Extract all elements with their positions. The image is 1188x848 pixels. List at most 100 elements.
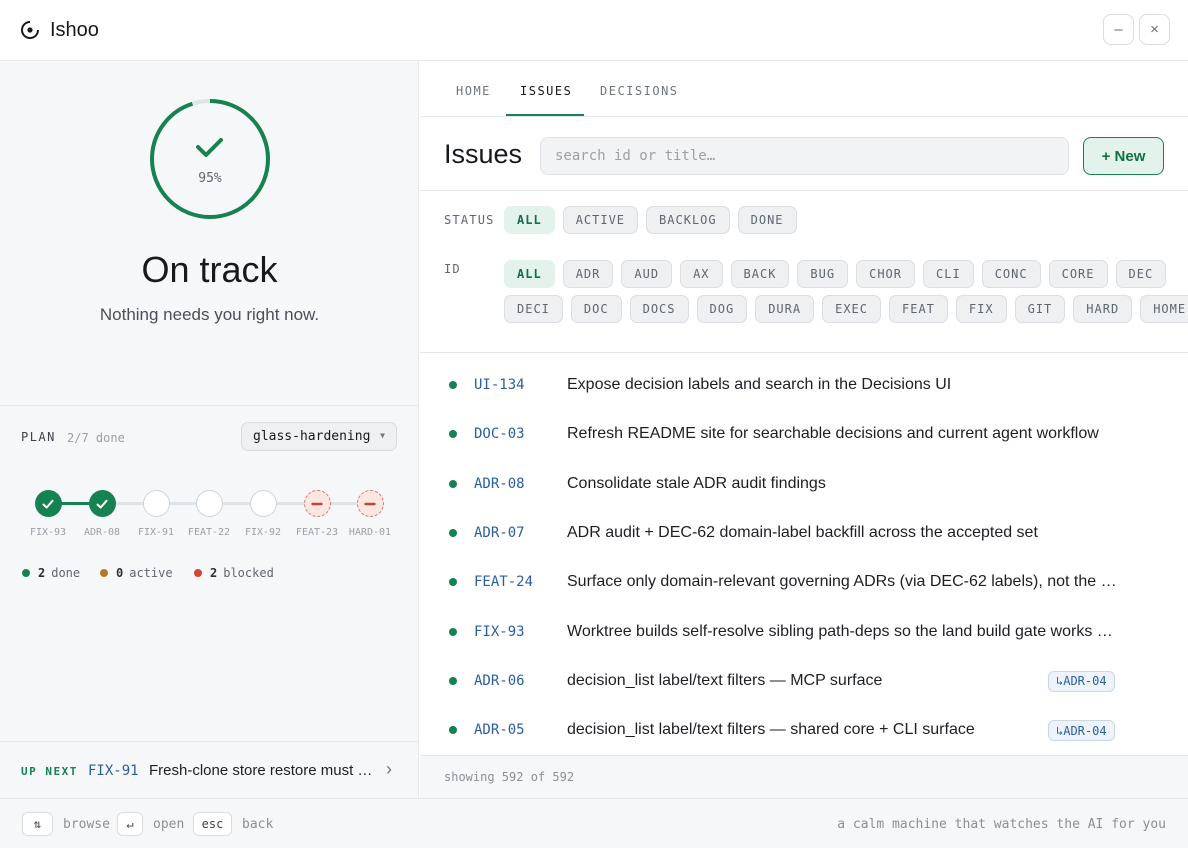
- filter-chip-git[interactable]: GIT: [1014, 295, 1066, 323]
- status-dot: [449, 528, 457, 537]
- legend-dot: [22, 569, 30, 577]
- check-icon: [196, 138, 223, 157]
- legend-count: 2: [38, 566, 46, 580]
- plan-step-label: FEAT-23: [295, 527, 339, 538]
- plan-select[interactable]: glass-hardening ▼: [241, 422, 397, 451]
- parent-link-badge[interactable]: ↳ADR-04: [1048, 670, 1115, 692]
- new-issue-button[interactable]: + New: [1083, 137, 1164, 175]
- open-key: ↵: [117, 812, 143, 836]
- filter-chip-ax[interactable]: AX: [680, 260, 723, 288]
- issue-row[interactable]: ADR-07 ADR audit + DEC-62 domain-label ba…: [420, 509, 1188, 558]
- progress-percent: 95%: [198, 171, 222, 186]
- issue-row[interactable]: ADR-06 decision_list label/text filters —…: [420, 657, 1188, 706]
- filter-chip-dog[interactable]: DOG: [696, 295, 748, 323]
- app-title: Ishoo: [50, 19, 99, 41]
- filter-chip-cli[interactable]: CLI: [923, 260, 974, 288]
- filter-chip-all[interactable]: ALL: [504, 206, 555, 234]
- filter-chip-active[interactable]: ACTIVE: [562, 206, 639, 234]
- issue-title: Expose decision labels and search in the…: [567, 376, 952, 393]
- filter-chip-conc[interactable]: CONC: [981, 260, 1041, 288]
- up-next-label: UP NEXT: [21, 765, 78, 778]
- right-panel: HOME ISSUES DECISIONS Issues search id o…: [420, 61, 1188, 798]
- close-button[interactable]: ×: [1139, 14, 1170, 45]
- browse-key: ⇅: [22, 812, 53, 836]
- plan-step[interactable]: [142, 490, 170, 517]
- filter-chip-backlog[interactable]: BACKLOG: [646, 206, 730, 234]
- filter-chip-core[interactable]: CORE: [1048, 260, 1108, 288]
- legend-count: 2: [210, 566, 218, 580]
- minimize-button[interactable]: –: [1103, 14, 1134, 45]
- filter-chip-hard[interactable]: HARD: [1073, 295, 1133, 323]
- up-next-id: FIX-91: [88, 763, 139, 779]
- filter-chip-aud[interactable]: AUD: [621, 260, 673, 288]
- filter-chip-docs[interactable]: DOCS: [629, 295, 689, 323]
- caret-down-icon: ▼: [380, 431, 385, 440]
- search-input[interactable]: search id or title…: [540, 137, 1069, 175]
- up-next-bar[interactable]: UP NEXT FIX-91 Fresh-clone store restore…: [0, 741, 419, 798]
- status-subtitle: Nothing needs you right now.: [99, 305, 320, 324]
- page-title: Issues: [444, 139, 523, 169]
- issue-title: decision_list label/text filters — share…: [567, 721, 975, 739]
- tagline: a calm machine that watches the AI for y…: [837, 817, 1166, 832]
- issue-id: DOC-03: [474, 426, 525, 443]
- plan-step[interactable]: [303, 490, 331, 517]
- filter-chip-doc[interactable]: DOC: [570, 295, 622, 323]
- filter-chip-all[interactable]: ALL: [504, 260, 555, 288]
- check-icon: [42, 499, 54, 508]
- filter-chip-feat[interactable]: FEAT: [889, 295, 948, 323]
- status-dot: [449, 726, 457, 735]
- issue-title: Consolidate stale ADR audit findings: [567, 474, 826, 492]
- legend-label: active: [129, 566, 173, 580]
- chevron-right-icon: ›: [386, 759, 392, 779]
- active-tab-indicator: [506, 114, 584, 116]
- filter-chip-deci[interactable]: DECI: [504, 295, 563, 323]
- plan-done-count: 2/7 done: [67, 431, 125, 445]
- progress-ring: [150, 99, 270, 219]
- tab-decisions[interactable]: DECISIONS: [600, 84, 679, 98]
- blocked-icon: [364, 502, 376, 505]
- filter-chip-dura[interactable]: DURA: [755, 295, 815, 323]
- plan-step[interactable]: [249, 490, 277, 517]
- issue-row[interactable]: FIX-93 Worktree builds self-resolve sibli…: [420, 608, 1188, 657]
- issue-row[interactable]: FEAT-24 Surface only domain-relevant gove…: [420, 558, 1188, 607]
- back-key-desc: back: [242, 817, 274, 832]
- filter-chip-exec[interactable]: EXEC: [822, 295, 881, 323]
- legend-dot: [100, 569, 108, 577]
- issue-row[interactable]: UI-134 Expose decision labels and search …: [420, 361, 1188, 410]
- tab-home[interactable]: HOME: [456, 84, 491, 98]
- plan-step[interactable]: [88, 490, 116, 517]
- issue-title: ADR audit + DEC-62 domain-label backfill…: [567, 523, 1038, 541]
- issue-row[interactable]: ADR-08 Consolidate stale ADR audit findin…: [420, 460, 1188, 509]
- issue-id: ADR-08: [474, 475, 525, 492]
- plan-step[interactable]: [356, 490, 384, 517]
- app-logo-icon: [21, 21, 39, 39]
- tab-issues[interactable]: ISSUES: [520, 84, 572, 98]
- plan-section: PLAN 2/7 done glass-hardening ▼ FIX-93 AD…: [0, 405, 419, 741]
- filter-chip-fix[interactable]: FIX: [955, 295, 1007, 323]
- plan-step-label: ADR-08: [83, 527, 121, 538]
- plan-step[interactable]: [34, 490, 62, 517]
- plan-label: PLAN: [21, 430, 56, 444]
- issue-id: UI-134: [474, 377, 525, 393]
- issue-row[interactable]: ADR-05 decision_list label/text filters —…: [420, 706, 1188, 755]
- issue-id: FIX-93: [474, 623, 525, 640]
- filter-chip-chor[interactable]: CHOR: [856, 260, 916, 288]
- plan-step[interactable]: [195, 490, 223, 517]
- id-filter-label: ID: [444, 262, 461, 276]
- legend-item: 0 active: [100, 566, 173, 580]
- plan-step-label: FIX-93: [29, 527, 67, 538]
- issue-row[interactable]: DOC-03 Refresh README site for searchable…: [420, 410, 1188, 459]
- filter-chip-bug[interactable]: BUG: [797, 260, 849, 288]
- left-panel: 95% On track Nothing needs you right now…: [0, 61, 419, 798]
- issue-id: ADR-05: [474, 722, 525, 739]
- parent-link-badge[interactable]: ↳ADR-04: [1048, 720, 1115, 742]
- issue-title: Refresh README site for searchable decis…: [567, 425, 1099, 443]
- legend-item: 2 blocked: [194, 566, 274, 580]
- filter-chip-done[interactable]: DONE: [737, 206, 797, 234]
- filter-chip-home[interactable]: HOME: [1140, 295, 1188, 323]
- filter-chip-back[interactable]: BACK: [730, 260, 790, 288]
- filter-chip-dec[interactable]: DEC: [1115, 260, 1167, 288]
- blocked-icon: [311, 502, 323, 505]
- plan-select-value: glass-hardening: [253, 429, 371, 444]
- filter-chip-adr[interactable]: ADR: [562, 260, 614, 288]
